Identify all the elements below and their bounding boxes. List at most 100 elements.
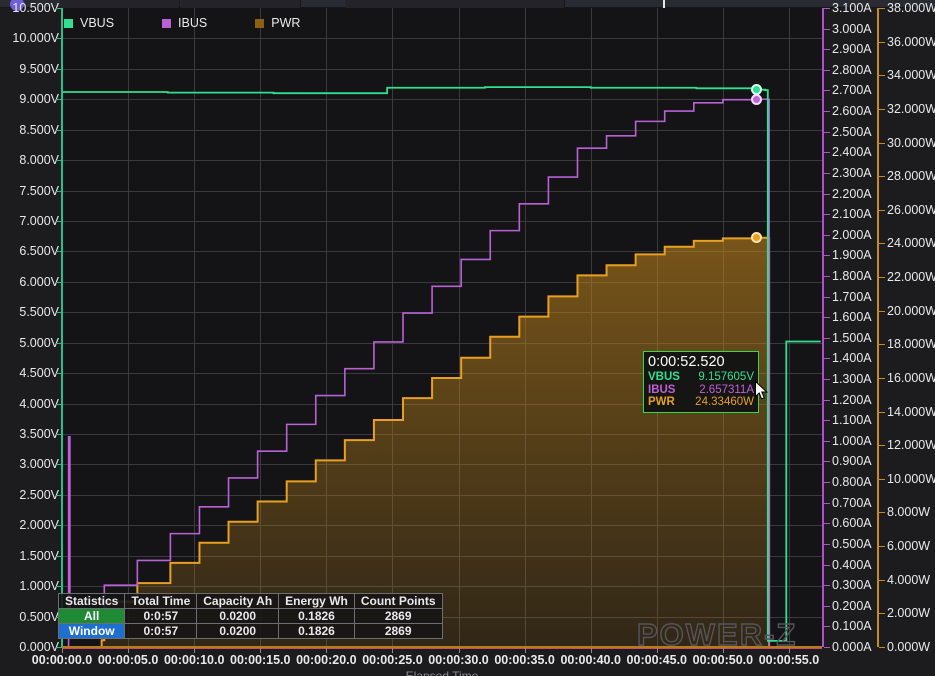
time-tick-mark <box>789 648 790 653</box>
current-tick-label: 1.800A <box>832 268 872 283</box>
table-row[interactable]: Window 0:0:57 0.0200 0.1826 2869 <box>57 623 443 639</box>
voltage-tick-mark <box>56 191 62 192</box>
stats-row-all-count: 2869 <box>353 608 443 624</box>
time-tick-label: 00:00:15.0 <box>230 653 291 667</box>
time-tick-label: 00:00:05.0 <box>97 653 159 667</box>
current-tick-mark <box>824 379 830 380</box>
current-tick-mark <box>824 461 830 462</box>
current-tick-label: 0.800A <box>832 475 872 490</box>
power-tick-label: 10.000W <box>887 471 935 486</box>
voltage-tick-mark <box>56 221 62 222</box>
voltage-tick-mark <box>56 99 62 100</box>
ibus-cursor-marker[interactable] <box>750 93 762 105</box>
power-tick-label: 20.000W <box>887 303 935 318</box>
legend-ibus-swatch-icon <box>162 18 172 28</box>
tooltip-value-ibus: 2.657311A <box>699 383 754 396</box>
power-tick-mark <box>879 344 885 345</box>
current-tick-mark <box>824 276 830 277</box>
current-tick-label: 2.900A <box>832 42 872 57</box>
table-row[interactable]: All 0:0:57 0.0200 0.1826 2869 <box>57 608 443 624</box>
toolbar-tab-2[interactable] <box>181 0 301 8</box>
time-tick-mark <box>194 648 195 653</box>
time-tick-label: 00:00:25.0 <box>362 653 423 667</box>
power-tick-mark <box>879 109 885 110</box>
voltage-tick-label: 1.500V <box>19 548 59 563</box>
current-tick-label: 0.200A <box>832 598 872 613</box>
voltage-tick-label: 6.500V <box>19 244 59 259</box>
power-tick-mark <box>879 143 885 144</box>
current-tick-label: 2.700A <box>832 83 872 98</box>
voltage-tick-mark <box>56 495 62 496</box>
current-tick-mark <box>824 255 830 256</box>
power-tick-label: 24.000W <box>887 236 935 251</box>
time-tick-label: 00:00:20.0 <box>296 653 357 667</box>
legend-ibus-label: IBUS <box>178 16 208 30</box>
chart-plot-area[interactable]: POWER-Z <box>62 8 822 653</box>
voltage-tick-mark <box>56 282 62 283</box>
legend-pwr[interactable]: PWR <box>255 16 300 30</box>
tooltip-row-ibus: IBUS 2.657311A <box>648 384 754 397</box>
time-tick-mark <box>525 648 526 653</box>
power-tick-mark <box>879 277 885 278</box>
stats-row-window-label[interactable]: Window <box>57 623 126 639</box>
stats-header-energy: Energy Wh <box>278 593 355 609</box>
voltage-tick-mark <box>56 373 62 374</box>
current-tick-label: 1.700A <box>832 289 872 304</box>
current-tick-label: 0.300A <box>832 578 872 593</box>
voltage-tick-mark <box>56 130 62 131</box>
toolbar-tab-3[interactable] <box>345 0 565 8</box>
pwr-cursor-marker[interactable] <box>750 232 762 244</box>
voltage-tick-label: 3.500V <box>19 427 59 441</box>
power-tick-mark <box>879 42 885 43</box>
voltage-tick-label: 3.000V <box>19 457 59 472</box>
power-tick-mark <box>879 647 885 648</box>
current-tick-label: 0.100A <box>832 619 872 634</box>
voltage-tick-mark <box>56 8 62 9</box>
legend-ibus[interactable]: IBUS <box>162 16 207 30</box>
time-tick-mark <box>723 648 724 653</box>
current-tick-label: 1.600A <box>832 310 872 325</box>
current-tick-label: 2.600A <box>832 104 872 119</box>
legend-pwr-label: PWR <box>271 16 301 30</box>
power-tick-mark <box>879 176 885 177</box>
current-tick-mark <box>824 338 830 339</box>
toolbar-tab-1[interactable] <box>60 0 180 8</box>
current-tick-label: 2.100A <box>832 207 872 222</box>
current-tick-mark <box>824 29 830 30</box>
text-caret <box>663 0 665 8</box>
stats-row-window-capacity: 0.0200 <box>196 623 280 639</box>
mouse-pointer-icon <box>755 381 769 400</box>
power-tick-label: 8.000W <box>887 505 931 520</box>
power-tick-mark <box>879 311 885 312</box>
time-tick-mark <box>657 648 658 653</box>
voltage-tick-label: 0.000V <box>19 640 59 654</box>
power-tick-label: 26.000W <box>887 202 935 217</box>
current-tick-mark <box>824 565 830 566</box>
current-tick-mark <box>824 626 830 627</box>
current-tick-label: 2.200A <box>832 186 872 201</box>
statistics-table[interactable]: Statistics Total Time Capacity Ah Energy… <box>57 593 443 639</box>
time-tick-mark <box>62 648 63 653</box>
power-tick-mark <box>879 445 885 446</box>
stats-row-window-count: 2869 <box>353 623 443 639</box>
voltage-tick-mark <box>56 434 62 435</box>
voltage-tick-mark <box>56 404 62 405</box>
voltage-tick-mark <box>56 343 62 344</box>
current-tick-label: 1.100A <box>832 413 872 428</box>
legend-vbus-label: VBUS <box>80 16 115 30</box>
window-toolbar[interactable] <box>0 0 935 11</box>
stats-row-all-label[interactable]: All <box>57 608 126 624</box>
power-tick-mark <box>879 412 885 413</box>
voltage-tick-label: 4.000V <box>19 396 59 411</box>
time-tick-label: 00:00:30.0 <box>428 653 489 667</box>
power-tick-label: 0.000W <box>887 640 931 654</box>
current-tick-mark <box>824 420 830 421</box>
voltage-tick-mark <box>56 312 62 313</box>
legend-vbus[interactable]: VBUS <box>64 16 114 30</box>
voltage-tick-label: 8.500V <box>19 122 59 137</box>
time-tick-label: 00:00:50.0 <box>692 653 754 667</box>
stats-header-capacity: Capacity Ah <box>196 593 280 609</box>
chart-legend[interactable]: VBUS IBUS PWR <box>64 14 348 32</box>
power-tick-mark <box>879 512 885 513</box>
voltage-tick-label: 2.500V <box>19 487 59 502</box>
